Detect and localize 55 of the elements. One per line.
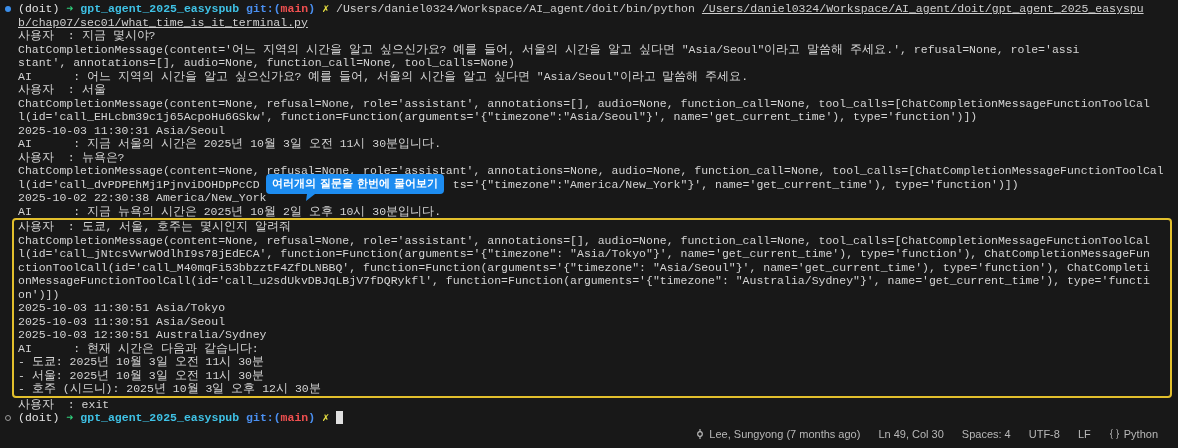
terminal-line: AI : 현재 시간은 다음과 같습니다: xyxy=(18,341,259,355)
dirty-mark: ✗ xyxy=(322,411,330,425)
dirty-mark: ✗ xyxy=(322,2,330,16)
terminal-line: - 호주 (시드니): 2025년 10월 3일 오후 12시 30분 xyxy=(18,382,321,396)
git-label: ) xyxy=(308,2,316,16)
braces-icon xyxy=(1108,428,1120,439)
terminal-line: ChatCompletionMessage(content=None, refusal=None, role='assistant', annotations=[], audio=None, function_call=None, tool_calls=[ChatCompletionMessageFunctionToolCal xyxy=(18,96,1150,110)
prompt-arrow: ➜ xyxy=(66,411,74,425)
terminal-line: 사용자 : 서울 xyxy=(18,83,106,97)
git-blame-item[interactable]: Lee, Sungyong (7 months ago) xyxy=(695,426,861,441)
terminal-line: AI : 어느 지역의 시간을 알고 싶으신가요? 예를 들어, 서울의 시간을 알고 싶다면 "Asia/Seoul"이라고 말씀해 주세요. xyxy=(18,69,749,83)
file-path-link[interactable]: /Users/daniel0324/Workspace/AI_agent/doit/gpt_agent_2025_easyspu xyxy=(701,2,1144,16)
callout-tail xyxy=(306,193,316,201)
terminal-line: stant', annotations=[], audio=None, function_call=None, tool_calls=None) xyxy=(18,56,515,70)
terminal-line: 사용자 : 도쿄, 서울, 호주는 몇시인지 알려줘 xyxy=(18,220,291,234)
terminal-line: ChatCompletionMessage(content='어느 지역의 시간을 알고 싶으신가요? 예를 들어, 서울의 시간을 알고 싶다면 "Asia/Seoul"이라고 말씀해 주세요.', refusal=None, role='assi xyxy=(18,42,1080,56)
directory-name: gpt_agent_2025_easyspub xyxy=(80,2,240,16)
language-mode[interactable]: Python xyxy=(1108,426,1158,441)
branch-name: main xyxy=(280,2,309,16)
prompt-arrow: ➜ xyxy=(66,2,74,16)
status-item[interactable]: LF xyxy=(1077,426,1091,441)
terminal-line: l(id='call_EHLcbm39c1j65AcpoHu6GSkw', function=Function(arguments='{"timezone":"Asia/Seoul"}', name='get_current_time'), type='function')]) xyxy=(18,110,978,124)
callout: 여러개의 질문을 한번에 물어보기 xyxy=(266,173,444,194)
command-path: /Users/daniel0324/Workspace/AI_agent/doit/bin/python xyxy=(336,2,695,16)
git-label: ) xyxy=(308,411,316,425)
terminal-line: 2025-10-03 12:30:51 Australia/Sydney xyxy=(18,328,267,342)
terminal-line: l(id='call_dvPDPEhMj1PjnviDOHDpPcCD xyxy=(18,177,260,191)
terminal-line: AI : 지금 뉴욕의 시간은 2025년 10월 2일 오후 10시 30분입니다. xyxy=(18,204,442,218)
terminal-line: 사용자 : 뉴욕은? xyxy=(18,150,125,164)
terminal-line: on')]) xyxy=(18,287,60,301)
terminal-line: 2025-10-03 11:30:31 Asia/Seoul xyxy=(18,123,226,137)
terminal-line: 2025-10-03 11:30:51 Asia/Seoul xyxy=(18,314,226,328)
terminal-line: 사용자 : 지금 몇시야? xyxy=(18,29,156,43)
terminal-line: ChatCompletionMessage(content=None, refusal=None, role='assistant', annotations=[], audio=None, function_call=None, tool_calls=[ChatCompletionMessageFunctionToolCal xyxy=(18,233,1150,247)
git-commit-icon xyxy=(695,428,706,439)
status-item[interactable]: Ln 49, Col 30 xyxy=(878,426,944,441)
branch-name: main xyxy=(280,411,309,425)
terminal-line: - 도쿄: 2025년 10월 3일 오전 11시 30분 xyxy=(18,355,265,369)
directory-name: gpt_agent_2025_easyspub xyxy=(80,411,240,425)
terminal-line: 사용자 : exit xyxy=(18,397,110,411)
terminal-line: 2025-10-02 22:30:38 America/New_York xyxy=(18,191,267,205)
terminal-line: ts='{"timezone":"America/New_York"}', name='get_current_time'), type='function')]) xyxy=(452,177,1019,191)
status-item[interactable]: Spaces: 4 xyxy=(961,426,1011,441)
status-item[interactable]: UTF-8 xyxy=(1028,426,1060,441)
terminal-line: onMessageFunctionToolCall(id='call_u2sdUkvDBJqLBjV7fDQRykfl', function=Function(arguments='{"timezone": "Australia/Sydney"}', name='get_current_time'), type='functi xyxy=(18,274,1150,288)
env-name: (doit) xyxy=(18,411,60,425)
file-path-link[interactable]: b/chap07/sec01/what_time_is_it_terminal.py xyxy=(18,15,308,29)
terminal-line: l(id='call_jNtcsVwrWOdlhI9s78jEdECA', function=Function(arguments='{"timezone": "Asia/Tokyo"}', name='get_current_time'), type='function'), ChatCompletionMessageFun xyxy=(18,247,1150,261)
terminal-line: AI : 지금 서울의 시간은 2025년 10월 3일 오전 11시 30분입니다. xyxy=(18,137,442,151)
git-label: git:( xyxy=(246,411,281,425)
terminal-line: - 서울: 2025년 10월 3일 오전 11시 30분 xyxy=(18,368,265,382)
env-name: (doit) xyxy=(18,2,60,16)
terminal-line: ctionToolCall(id='call_M40mqFi53bbzztF4ZfDLNBBQ', function=Function(arguments='{"timezone": "Asia/Seoul"}', name='get_current_time'), type='function'), ChatCompleti xyxy=(18,260,1150,274)
git-label: git:( xyxy=(246,2,281,16)
terminal-line: 2025-10-03 11:30:51 Asia/Tokyo xyxy=(18,301,226,315)
